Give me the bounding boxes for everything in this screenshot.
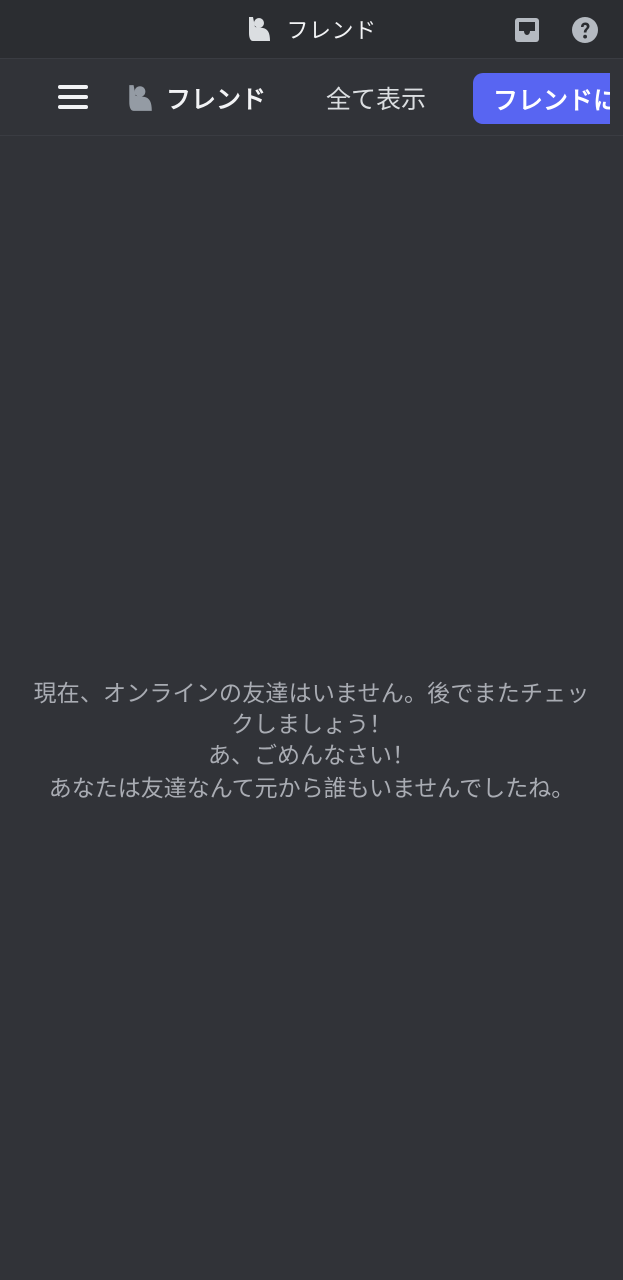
friends-section-label: フレンド [166, 85, 267, 114]
empty-state-line: あなたは友達なんて元から誰もいませんでしたね。 [48, 776, 575, 802]
friend-wave-icon [246, 15, 272, 43]
inbox-icon[interactable] [513, 16, 541, 44]
tab-all[interactable]: 全て表示 [326, 59, 426, 135]
help-icon[interactable] [571, 16, 599, 44]
friend-wave-icon [126, 83, 154, 113]
friends-header: フレンド [126, 59, 267, 135]
title-bar: フレンド [0, 0, 623, 58]
hamburger-menu-icon[interactable] [58, 85, 88, 111]
empty-state-line: あ、ごめんなさい！ [208, 743, 415, 769]
empty-state-line: 現在、オンラインの友達はいません。後でまたチェッ [33, 681, 590, 707]
friends-toolbar: フレンド 全て表示 フレンドに [0, 58, 623, 136]
add-friend-button[interactable]: フレンドに [473, 73, 623, 124]
page-title: フレンド [286, 19, 377, 44]
toolbar-clip [610, 59, 623, 135]
empty-state-message: 現在、オンラインの友達はいません。後でまたチェッ クしましょう！ あ、ごめんなさ… [0, 679, 623, 805]
empty-state-line: クしましょう！ [231, 712, 392, 738]
